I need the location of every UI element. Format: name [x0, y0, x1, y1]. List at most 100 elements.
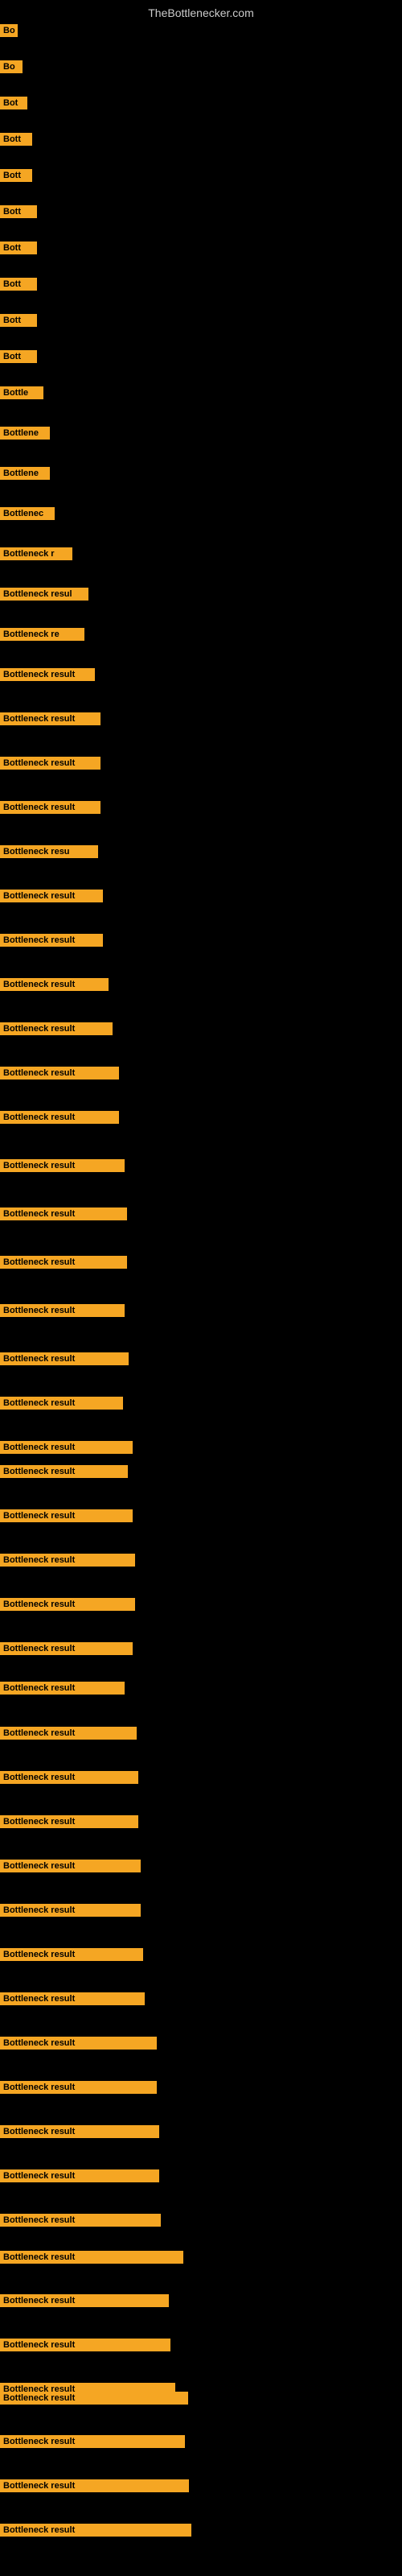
- bottleneck-label: Bo: [0, 60, 23, 73]
- bottleneck-item: Bottleneck resul: [0, 588, 88, 605]
- bottleneck-label: Bottleneck result: [0, 1159, 125, 1172]
- bottleneck-item: Bott: [0, 350, 37, 367]
- bottleneck-item: Bottleneck result: [0, 1304, 125, 1321]
- bottleneck-item: Bottleneck result: [0, 1022, 113, 1039]
- bottleneck-label: Bottleneck result: [0, 2339, 170, 2351]
- bottleneck-item: Bottleneck re: [0, 628, 84, 645]
- bottleneck-item: Bott: [0, 278, 37, 295]
- bottleneck-item: Bottleneck result: [0, 1771, 138, 1788]
- bottleneck-label: Bottlenec: [0, 507, 55, 520]
- bottleneck-item: Bottleneck result: [0, 1554, 135, 1571]
- bottleneck-label: Bottleneck result: [0, 934, 103, 947]
- bottleneck-label: Bottleneck result: [0, 1208, 127, 1220]
- bottleneck-label: Bottleneck result: [0, 2037, 157, 2050]
- bottleneck-label: Bottleneck resu: [0, 845, 98, 858]
- bottleneck-label: Bottleneck result: [0, 890, 103, 902]
- bottleneck-item: Bott: [0, 205, 37, 222]
- bottleneck-item: Bott: [0, 169, 32, 186]
- bottleneck-label: Bottleneck result: [0, 2081, 157, 2094]
- bottleneck-label: Bottleneck result: [0, 1256, 127, 1269]
- bottleneck-label: Bottleneck result: [0, 2435, 185, 2448]
- bottleneck-item: Bottleneck result: [0, 757, 100, 774]
- bottleneck-label: Bottleneck re: [0, 628, 84, 641]
- bottleneck-item: Bottleneck result: [0, 2037, 157, 2054]
- bottleneck-label: Bottleneck result: [0, 1948, 143, 1961]
- bottleneck-item: Bottleneck result: [0, 1208, 127, 1224]
- bottleneck-item: Bot: [0, 97, 27, 114]
- bottleneck-item: Bottleneck result: [0, 1598, 135, 1615]
- bottleneck-item: Bottleneck result: [0, 1727, 137, 1744]
- bottleneck-label: Bott: [0, 278, 37, 291]
- bottleneck-item: Bottleneck result: [0, 1111, 119, 1128]
- bottleneck-item: Bottleneck result: [0, 1992, 145, 2009]
- bottleneck-label: Bottleneck result: [0, 2125, 159, 2138]
- bottleneck-item: Bottleneck result: [0, 1256, 127, 1273]
- bottleneck-item: Bo: [0, 24, 18, 41]
- bottleneck-label: Bottleneck result: [0, 1397, 123, 1410]
- bottleneck-item: Bottleneck result: [0, 1067, 119, 1084]
- bottleneck-item: Bottleneck result: [0, 934, 103, 951]
- bottleneck-item: Bottleneck result: [0, 2435, 185, 2452]
- bottleneck-item: Bottleneck result: [0, 1642, 133, 1659]
- bottleneck-label: Bottleneck result: [0, 1465, 128, 1478]
- bottleneck-item: Bottleneck result: [0, 2169, 159, 2186]
- bottleneck-label: Bottleneck result: [0, 668, 95, 681]
- bottleneck-label: Bottleneck result: [0, 2479, 189, 2492]
- bottleneck-item: Bottleneck result: [0, 1860, 141, 1876]
- bottleneck-item: Bottlene: [0, 467, 50, 484]
- bottleneck-label: Bottleneck result: [0, 757, 100, 770]
- bottleneck-label: Bottleneck result: [0, 2392, 188, 2405]
- bottleneck-label: Bott: [0, 205, 37, 218]
- bottleneck-item: Bottle: [0, 386, 43, 403]
- bottleneck-item: Bottleneck result: [0, 1397, 123, 1414]
- bottleneck-label: Bottleneck result: [0, 1992, 145, 2005]
- bottleneck-item: Bottleneck result: [0, 2524, 191, 2541]
- bottleneck-label: Bottleneck result: [0, 1022, 113, 1035]
- bottleneck-item: Bottleneck result: [0, 2251, 183, 2268]
- bottleneck-label: Bott: [0, 242, 37, 254]
- bottleneck-item: Bottlenec: [0, 507, 55, 524]
- bottleneck-item: Bottleneck result: [0, 2214, 161, 2231]
- bottleneck-label: Bo: [0, 24, 18, 37]
- bottleneck-label: Bottleneck result: [0, 2524, 191, 2537]
- bottleneck-item: Bottleneck result: [0, 712, 100, 729]
- bottleneck-label: Bottleneck result: [0, 801, 100, 814]
- bottleneck-item: Bottleneck r: [0, 547, 72, 564]
- bottleneck-label: Bottleneck result: [0, 2169, 159, 2182]
- bottleneck-label: Bottleneck result: [0, 1642, 133, 1655]
- bottleneck-label: Bottleneck result: [0, 978, 109, 991]
- bottleneck-label: Bottleneck r: [0, 547, 72, 560]
- bottleneck-label: Bottleneck result: [0, 1815, 138, 1828]
- bottleneck-item: Bo: [0, 60, 23, 77]
- bottleneck-item: Bottleneck result: [0, 1465, 128, 1482]
- bottleneck-label: Bott: [0, 350, 37, 363]
- bottleneck-item: Bottleneck result: [0, 668, 95, 685]
- bottleneck-label: Bottleneck result: [0, 1682, 125, 1695]
- bottleneck-item: Bottleneck result: [0, 2294, 169, 2311]
- bottleneck-label: Bottleneck result: [0, 2214, 161, 2227]
- bottleneck-item: Bottlene: [0, 427, 50, 444]
- bottleneck-item: Bottleneck result: [0, 1948, 143, 1965]
- bottleneck-label: Bottleneck result: [0, 1441, 133, 1454]
- bottleneck-item: Bottleneck result: [0, 1904, 141, 1921]
- bottleneck-item: Bottleneck result: [0, 2479, 189, 2496]
- bottleneck-label: Bottleneck result: [0, 1509, 133, 1522]
- bottleneck-label: Bottleneck result: [0, 2294, 169, 2307]
- site-title: TheBottlenecker.com: [0, 0, 402, 23]
- bottleneck-item: Bottleneck result: [0, 978, 109, 995]
- bottleneck-label: Bottle: [0, 386, 43, 399]
- bottleneck-item: Bott: [0, 314, 37, 331]
- bottleneck-item: Bottleneck result: [0, 2339, 170, 2355]
- bottleneck-label: Bottlene: [0, 427, 50, 440]
- bottleneck-item: Bottleneck result: [0, 801, 100, 818]
- bottleneck-label: Bott: [0, 169, 32, 182]
- bottleneck-label: Bott: [0, 314, 37, 327]
- bottleneck-item: Bottleneck result: [0, 1815, 138, 1832]
- bottleneck-item: Bottleneck result: [0, 2392, 188, 2409]
- bottleneck-item: Bott: [0, 242, 37, 258]
- bottleneck-item: Bottleneck result: [0, 1682, 125, 1699]
- bottleneck-label: Bottleneck result: [0, 1111, 119, 1124]
- bottleneck-item: Bottleneck result: [0, 890, 103, 906]
- bottleneck-label: Bot: [0, 97, 27, 109]
- bottleneck-label: Bottlene: [0, 467, 50, 480]
